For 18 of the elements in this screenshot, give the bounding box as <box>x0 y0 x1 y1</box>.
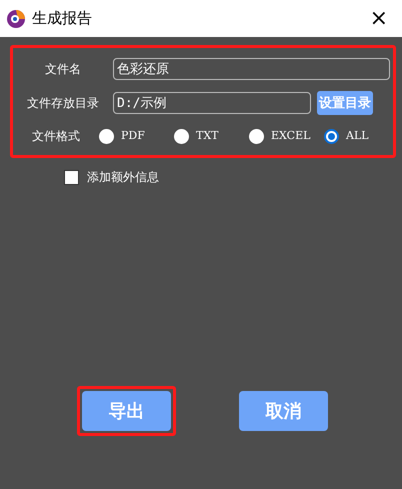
window-title: 生成报告 <box>32 8 92 30</box>
checkbox-label: 添加额外信息 <box>87 169 159 186</box>
input-field[interactable]: D:/示例 <box>113 92 311 114</box>
radio-button[interactable] <box>174 128 189 144</box>
radio-button[interactable] <box>324 128 339 144</box>
radio-label: EXCEL <box>271 128 312 144</box>
logo-icon <box>6 8 26 28</box>
radio-label: ALL <box>346 128 370 144</box>
input-field[interactable]: 色彩还原 <box>113 58 390 80</box>
radio-button[interactable] <box>249 128 264 144</box>
close-button[interactable]: × <box>370 8 388 30</box>
radio-button[interactable] <box>99 128 114 144</box>
radio-label: PDF <box>121 128 146 144</box>
field-label: 文件格式 <box>32 128 80 146</box>
radio-label: TXT <box>196 128 220 144</box>
checkbox[interactable] <box>64 170 79 184</box>
field-label: 文件存放目录 <box>27 95 99 112</box>
field-label: 文件名 <box>45 60 81 78</box>
